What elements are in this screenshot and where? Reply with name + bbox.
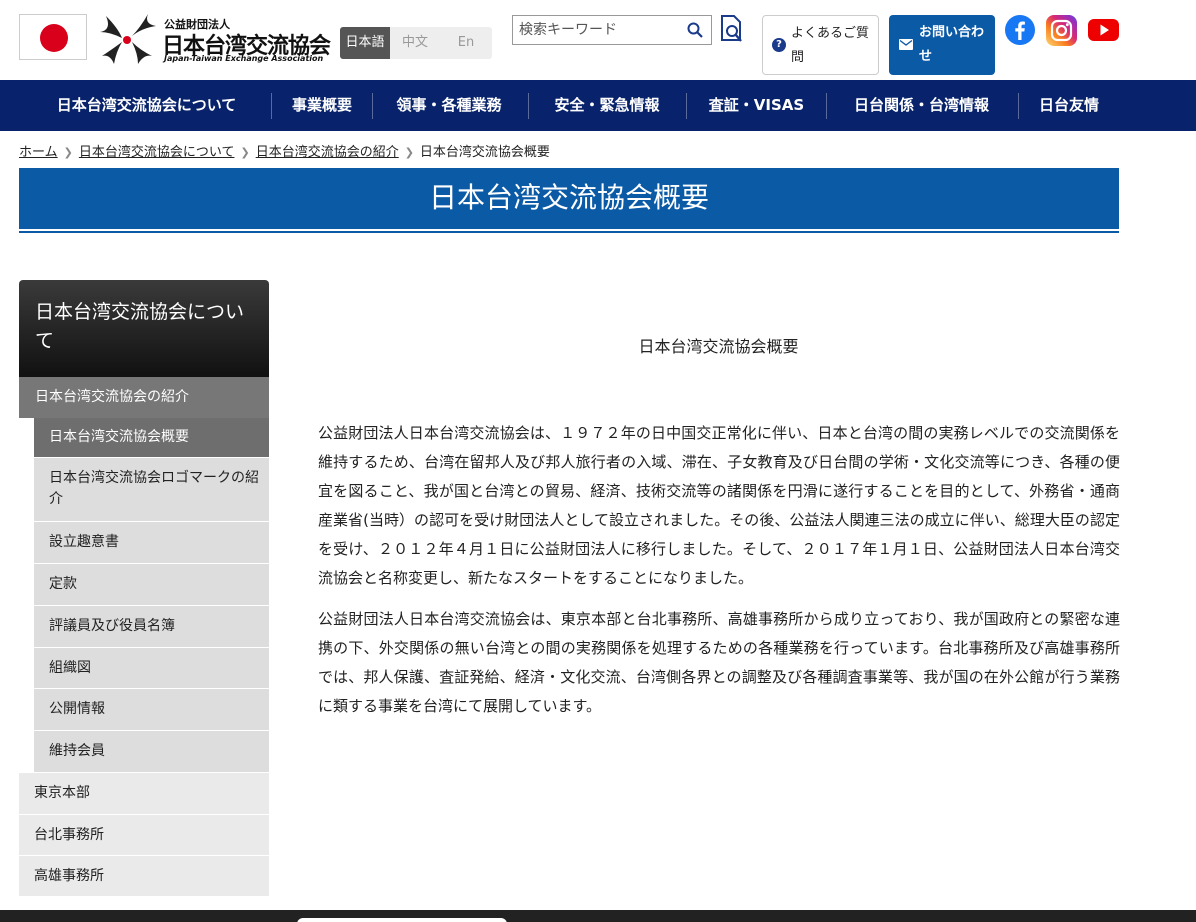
nav-business[interactable]: 事業概要 bbox=[272, 80, 372, 131]
breadcrumb: ホーム ❯ 日本台湾交流協会について ❯ 日本台湾交流協会の紹介 ❯ 日本台湾交流協会概要 bbox=[19, 141, 550, 160]
sidebar-heading[interactable]: 日本台湾交流協会について bbox=[19, 280, 269, 377]
facebook-icon[interactable] bbox=[1005, 15, 1035, 45]
search-box bbox=[512, 15, 712, 45]
sidebar-item-officers[interactable]: 評議員及び役員名簿 bbox=[34, 606, 269, 648]
site-header: 公益財団法人 日本台湾交流協会 Japan-Taiwan Exchange As… bbox=[0, 0, 1196, 80]
page-title: 日本台湾交流協会概要 bbox=[19, 168, 1119, 229]
lang-japanese[interactable]: 日本語 bbox=[340, 27, 390, 59]
main-navigation: 日本台湾交流協会について 事業概要 領事・各種業務 安全・緊急情報 査証・VIS… bbox=[0, 80, 1196, 131]
sidebar-item-logo[interactable]: 日本台湾交流協会ロゴマークの紹介 bbox=[34, 458, 269, 522]
youtube-icon[interactable] bbox=[1088, 15, 1119, 45]
content-heading: 日本台湾交流協会概要 bbox=[638, 337, 799, 356]
faq-label: よくあるご質問 bbox=[791, 26, 870, 65]
contact-button[interactable]: お問い合わせ bbox=[889, 15, 995, 75]
breadcrumb-home[interactable]: ホーム bbox=[19, 145, 58, 160]
nav-about[interactable]: 日本台湾交流協会について bbox=[38, 80, 255, 131]
nav-relations[interactable]: 日台関係・台湾情報 bbox=[827, 80, 1016, 131]
sidebar-item-overview[interactable]: 日本台湾交流協会概要 bbox=[34, 418, 269, 458]
content-paragraph-2: 公益財団法人日本台湾交流協会は、東京本部と台北事務所、高雄事務所から成り立ってお… bbox=[318, 610, 1120, 715]
footer-tab bbox=[297, 918, 507, 922]
logo-english: Japan-Taiwan Exchange Association bbox=[164, 54, 324, 63]
mail-icon bbox=[899, 39, 913, 50]
instagram-icon[interactable] bbox=[1046, 15, 1077, 46]
association-logo-icon bbox=[100, 14, 156, 64]
sidebar-item-tokyo[interactable]: 東京本部 bbox=[19, 773, 269, 815]
sidebar-item-kaohsiung[interactable]: 高雄事務所 bbox=[19, 856, 269, 897]
question-icon: ? bbox=[772, 38, 786, 52]
chevron-right-icon: ❯ bbox=[63, 146, 73, 159]
nav-consular[interactable]: 領事・各種業務 bbox=[373, 80, 525, 131]
contact-label: お問い合わせ bbox=[919, 25, 985, 64]
breadcrumb-about[interactable]: 日本台湾交流協会について bbox=[79, 145, 235, 160]
sidebar-item-org-chart[interactable]: 組織図 bbox=[34, 648, 269, 689]
flag-sun bbox=[40, 24, 68, 52]
breadcrumb-current: 日本台湾交流協会概要 bbox=[419, 145, 550, 160]
nav-friendship[interactable]: 日台友情 bbox=[1019, 80, 1119, 131]
search-input[interactable] bbox=[513, 16, 683, 44]
language-switcher: 日本語 中文 En bbox=[340, 27, 492, 59]
breadcrumb-introduction[interactable]: 日本台湾交流協会の紹介 bbox=[256, 145, 399, 160]
content-paragraph-1: 公益財団法人日本台湾交流協会は、１９７２年の日中国交正常化に伴い、日本と台湾の間… bbox=[318, 424, 1120, 587]
advanced-search-icon[interactable] bbox=[720, 14, 744, 44]
sidebar-item-articles[interactable]: 定款 bbox=[34, 564, 269, 606]
sidebar-item-prospectus[interactable]: 設立趣意書 bbox=[34, 522, 269, 564]
search-icon[interactable] bbox=[687, 22, 703, 38]
japan-flag-icon[interactable] bbox=[19, 14, 87, 60]
sidebar-section-introduction[interactable]: 日本台湾交流協会の紹介 bbox=[19, 377, 269, 418]
sidebar-item-disclosure[interactable]: 公開情報 bbox=[34, 689, 269, 731]
site-logo[interactable]: 公益財団法人 日本台湾交流協会 Japan-Taiwan Exchange As… bbox=[96, 10, 336, 66]
faq-button[interactable]: ? よくあるご質問 bbox=[762, 15, 879, 75]
sidebar-item-taipei[interactable]: 台北事務所 bbox=[19, 815, 269, 856]
chevron-right-icon: ❯ bbox=[240, 146, 250, 159]
sidebar-item-members[interactable]: 維持会員 bbox=[34, 731, 269, 773]
chevron-right-icon: ❯ bbox=[404, 146, 414, 159]
title-underline bbox=[19, 231, 1119, 233]
lang-english[interactable]: En bbox=[440, 27, 492, 59]
nav-safety[interactable]: 安全・緊急情報 bbox=[529, 80, 685, 131]
footer-bar bbox=[0, 910, 1196, 922]
lang-chinese[interactable]: 中文 bbox=[390, 27, 440, 59]
nav-visas[interactable]: 査証・VISAS bbox=[687, 80, 826, 131]
